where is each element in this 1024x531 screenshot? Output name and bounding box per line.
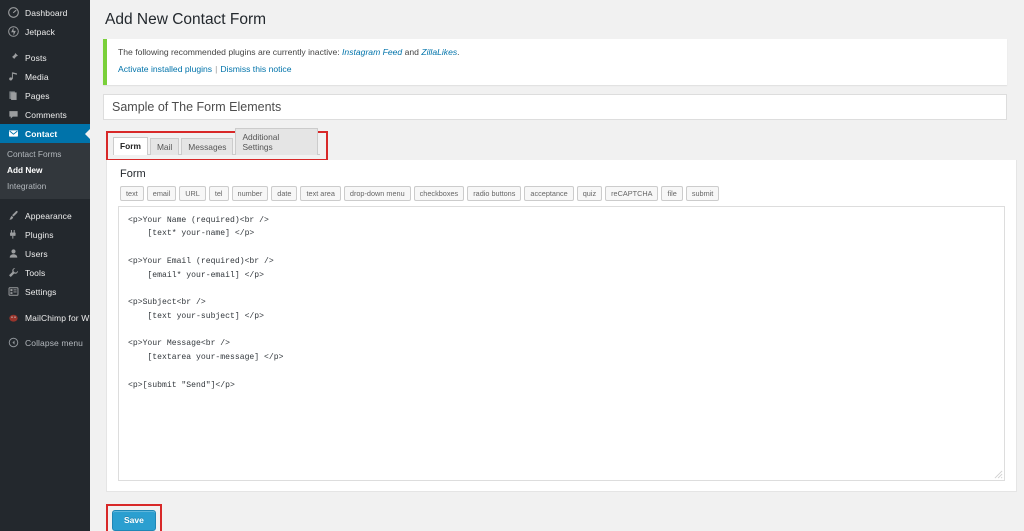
admin-sidebar: Dashboard Jetpack Posts Media Page: [0, 0, 90, 531]
tag-button-text[interactable]: text: [120, 186, 144, 201]
tag-button-radio-buttons[interactable]: radio buttons: [467, 186, 521, 201]
sidebar-item-appearance[interactable]: Appearance: [0, 206, 90, 225]
user-icon: [7, 247, 20, 260]
resize-handle-icon[interactable]: [994, 470, 1003, 479]
form-code-textarea[interactable]: <p>Your Name (required)<br /> [text* you…: [118, 206, 1005, 481]
sliders-icon: [7, 285, 20, 298]
tag-button-recaptcha[interactable]: reCAPTCHA: [605, 186, 658, 201]
submenu-item-integration[interactable]: Integration: [0, 178, 90, 194]
tag-button-email[interactable]: email: [147, 186, 176, 201]
notice-plugin-two: ZillaLikes: [421, 47, 457, 57]
wordpress-admin-page: Dashboard Jetpack Posts Media Page: [0, 0, 1024, 531]
tag-button-tel[interactable]: tel: [209, 186, 229, 201]
sidebar-item-posts[interactable]: Posts: [0, 48, 90, 67]
sidebar-item-contact[interactable]: Contact: [0, 124, 90, 143]
tag-button-file[interactable]: file: [661, 186, 682, 201]
tag-button-text-area[interactable]: text area: [300, 186, 340, 201]
tab-form[interactable]: Form: [113, 137, 148, 155]
sidebar-item-tools[interactable]: Tools: [0, 263, 90, 282]
sidebar-item-mailchimp[interactable]: MailChimp for WP: [0, 308, 90, 327]
sidebar-item-jetpack[interactable]: Jetpack: [0, 22, 90, 41]
tag-generator-toolbar: text email URL tel number date text area…: [120, 186, 1005, 201]
sidebar-item-users[interactable]: Users: [0, 244, 90, 263]
sidebar-item-pages[interactable]: Pages: [0, 86, 90, 105]
sidebar-item-label: Settings: [25, 287, 57, 297]
mailchimp-icon: [7, 311, 20, 324]
sidebar-item-collapse-menu[interactable]: Collapse menu: [0, 333, 90, 352]
form-tabs: Form Mail Messages Additional Settings: [113, 138, 320, 155]
dashboard-icon: [7, 6, 20, 19]
sidebar-item-media[interactable]: Media: [0, 67, 90, 86]
tag-button-date[interactable]: date: [271, 186, 297, 201]
activate-plugins-link[interactable]: Activate installed plugins: [118, 64, 212, 74]
pin-icon: [7, 51, 20, 64]
page-title: Add New Contact Form: [103, 0, 1007, 39]
notice-text-middle: and: [402, 47, 421, 57]
main-content: Add New Contact Form The following recom…: [90, 0, 1024, 531]
notice-text-after: .: [457, 47, 459, 57]
tabs-highlight-box: Form Mail Messages Additional Settings: [106, 131, 328, 161]
sidebar-item-label: Users: [25, 249, 48, 259]
tab-messages[interactable]: Messages: [181, 138, 233, 155]
sidebar-item-label: Dashboard: [25, 8, 67, 18]
sidebar-item-label: Media: [25, 72, 49, 82]
media-icon: [7, 70, 20, 83]
sidebar-item-label: Collapse menu: [25, 338, 83, 348]
comment-icon: [7, 108, 20, 121]
sidebar-divider: [0, 301, 90, 308]
sidebar-item-plugins[interactable]: Plugins: [0, 225, 90, 244]
page-icon: [7, 89, 20, 102]
save-highlight-box: Save: [106, 504, 162, 531]
notice-text-before: The following recommended plugins are cu…: [118, 47, 342, 57]
form-section-heading: Form: [120, 168, 1005, 180]
tag-button-drop-down-menu[interactable]: drop-down menu: [344, 186, 411, 201]
tag-button-checkboxes[interactable]: checkboxes: [414, 186, 465, 201]
tag-button-url[interactable]: URL: [179, 186, 206, 201]
sidebar-item-label: Posts: [25, 53, 47, 63]
brush-icon: [7, 209, 20, 222]
tag-button-number[interactable]: number: [232, 186, 269, 201]
envelope-icon: [7, 127, 20, 140]
sidebar-divider: [0, 41, 90, 48]
sidebar-item-label: Tools: [25, 268, 45, 278]
sidebar-item-label: Comments: [25, 110, 67, 120]
sidebar-item-settings[interactable]: Settings: [0, 282, 90, 301]
sidebar-item-label: Contact: [25, 129, 57, 139]
tab-additional-settings[interactable]: Additional Settings: [235, 128, 318, 155]
form-title-input[interactable]: [103, 94, 1007, 120]
wrench-icon: [7, 266, 20, 279]
notice-plugin-one: Instagram Feed: [342, 47, 402, 57]
form-code-editor-wrap: <p>Your Name (required)<br /> [text* you…: [118, 206, 1005, 481]
tab-mail[interactable]: Mail: [150, 138, 179, 155]
sidebar-item-comments[interactable]: Comments: [0, 105, 90, 124]
form-editor-panel: Form text email URL tel number date text…: [106, 160, 1017, 492]
tag-button-acceptance[interactable]: acceptance: [524, 186, 573, 201]
sidebar-item-dashboard[interactable]: Dashboard: [0, 3, 90, 22]
sidebar-item-label: Appearance: [25, 211, 72, 221]
sidebar-item-label: Plugins: [25, 230, 54, 240]
sidebar-item-label: Jetpack: [25, 27, 55, 37]
plugin-notice: The following recommended plugins are cu…: [103, 39, 1007, 85]
collapse-icon: [7, 336, 20, 349]
save-button[interactable]: Save: [112, 510, 156, 531]
plug-icon: [7, 228, 20, 241]
notice-actions: Activate installed plugins|Dismiss this …: [118, 63, 997, 77]
notice-message: The following recommended plugins are cu…: [118, 46, 997, 60]
sidebar-item-label: MailChimp for WP: [25, 313, 95, 323]
jetpack-icon: [7, 25, 20, 38]
submenu-item-contact-forms[interactable]: Contact Forms: [0, 146, 90, 162]
dismiss-notice-link[interactable]: Dismiss this notice: [220, 64, 291, 74]
contact-submenu: Contact Forms Add New Integration: [0, 143, 90, 199]
tag-button-submit[interactable]: submit: [686, 186, 720, 201]
tag-button-quiz[interactable]: quiz: [577, 186, 602, 201]
sidebar-divider: [0, 199, 90, 206]
sidebar-item-label: Pages: [25, 91, 50, 101]
submenu-item-add-new[interactable]: Add New: [0, 162, 90, 178]
